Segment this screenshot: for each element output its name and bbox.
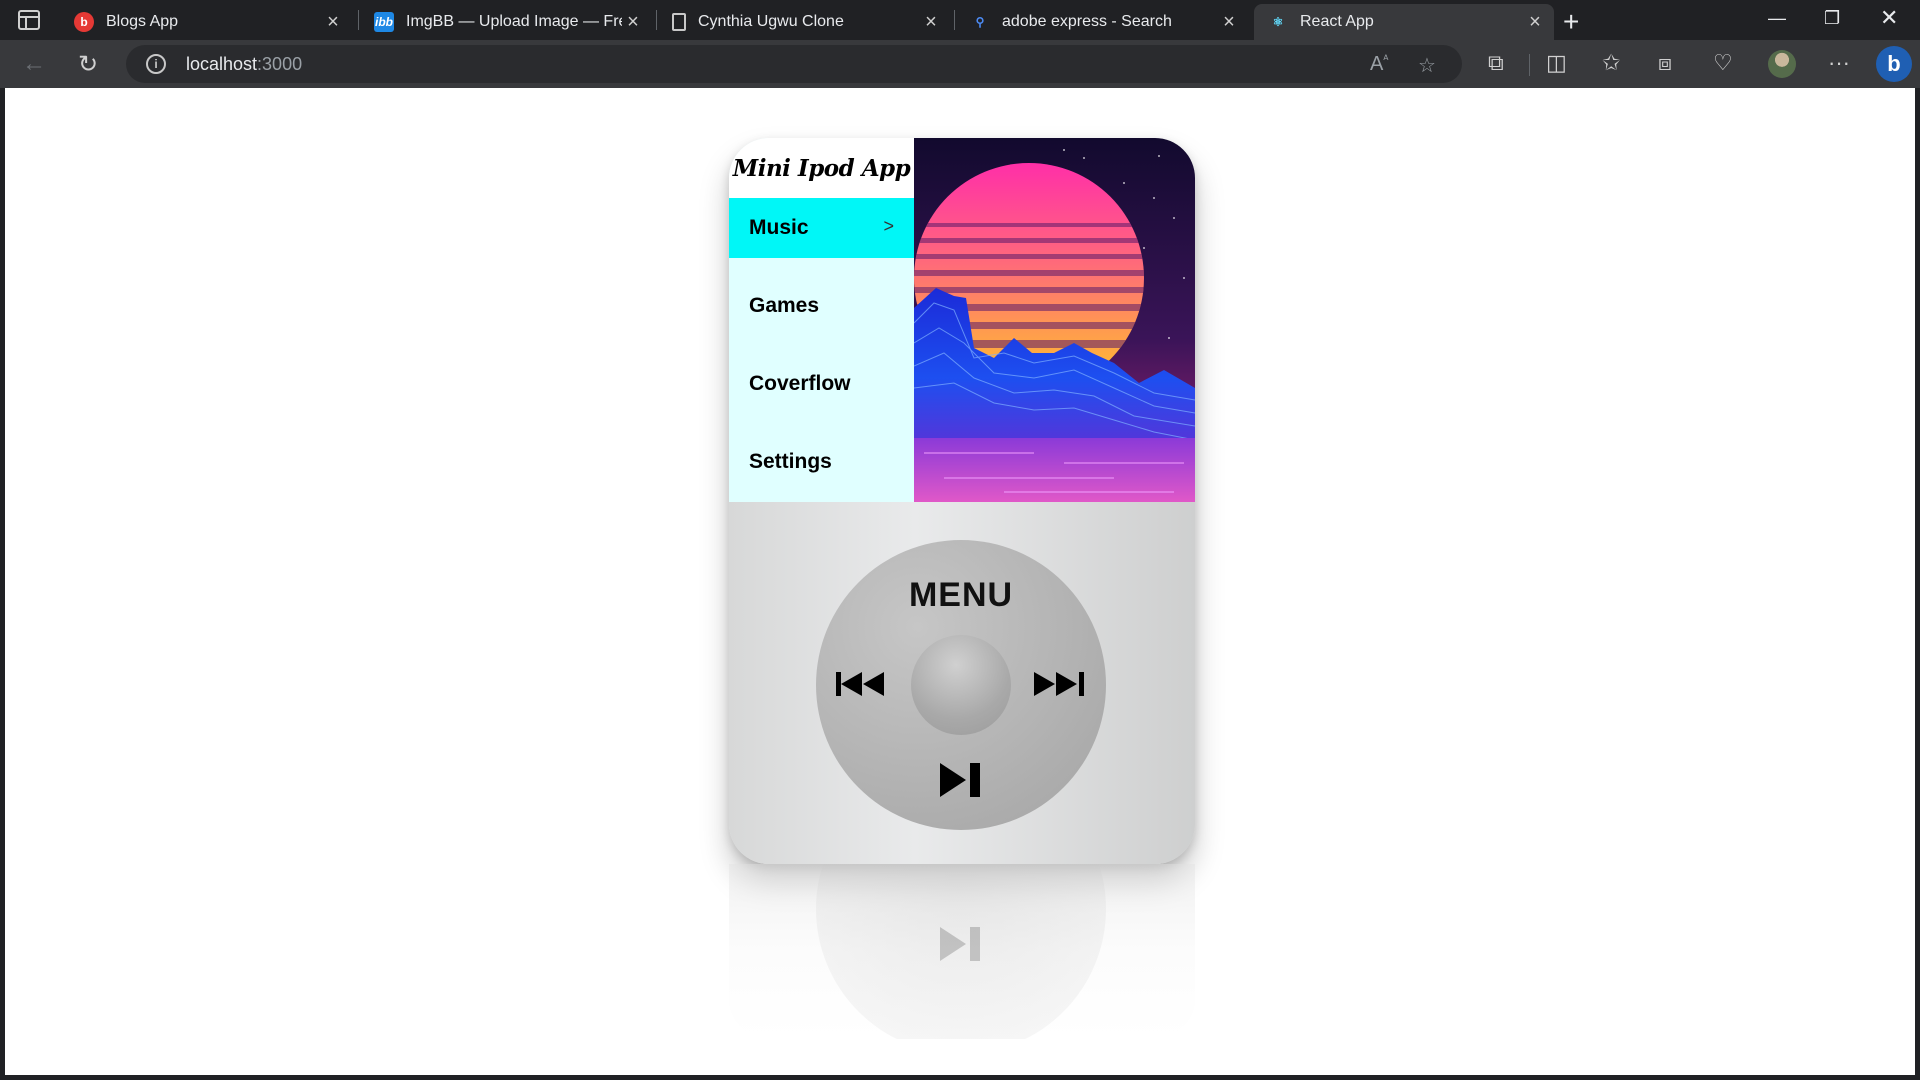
read-aloud-icon[interactable]: Aᴬ xyxy=(1370,53,1388,76)
next-icon[interactable] xyxy=(1034,670,1086,698)
address-bar[interactable]: i localhost:3000 Aᴬ ☆ xyxy=(126,45,1462,83)
ipod-reflection xyxy=(729,864,1195,1039)
url-port: :3000 xyxy=(257,54,303,74)
menu-button[interactable]: MENU xyxy=(816,576,1106,615)
refresh-icon[interactable]: ↻ xyxy=(78,50,98,79)
control-panel: MENU xyxy=(729,502,1195,864)
close-window-icon[interactable]: ✕ xyxy=(1880,5,1898,31)
react-icon: ⚛ xyxy=(1272,15,1284,29)
menu-pane: Mini Ipod App Music > Games Coverflow Se… xyxy=(729,138,914,502)
minimize-icon[interactable]: — xyxy=(1768,8,1786,29)
app-title: Mini Ipod App xyxy=(729,138,914,198)
tab-divider xyxy=(358,10,359,30)
favorites-icon[interactable]: ✩ xyxy=(1602,50,1620,76)
extensions-icon[interactable]: ⧉ xyxy=(1488,50,1504,76)
browser-essentials-icon[interactable]: ♡ xyxy=(1713,50,1733,76)
profile-avatar[interactable] xyxy=(1768,50,1796,78)
restore-icon[interactable]: ❐ xyxy=(1824,8,1840,29)
ipod-device: Mini Ipod App Music > Games Coverflow Se… xyxy=(729,138,1195,864)
search-icon: ⚲ xyxy=(975,15,985,29)
tab-title: Blogs App xyxy=(106,13,179,30)
menu-item-label: Music xyxy=(749,216,809,239)
tab-divider xyxy=(954,10,955,30)
back-icon[interactable]: ← xyxy=(22,50,46,78)
tab-actions-icon[interactable] xyxy=(18,10,40,30)
select-button[interactable] xyxy=(911,635,1011,735)
tab-title: Cynthia Ugwu Clone xyxy=(698,13,844,30)
blogs-favicon-icon: b xyxy=(74,12,94,32)
browser-toolbar: ← ↻ i localhost:3000 Aᴬ ☆ ⧉ ◫ ✩ ⧈ ♡ ··· … xyxy=(0,40,1920,88)
menu-item-settings[interactable]: Settings xyxy=(729,432,914,492)
close-icon[interactable]: × xyxy=(1218,12,1240,32)
split-screen-icon[interactable]: ◫ xyxy=(1546,50,1567,76)
ipod-screen: Mini Ipod App Music > Games Coverflow Se… xyxy=(729,138,1195,502)
chevron-right-icon: > xyxy=(883,216,894,236)
new-tab-icon[interactable]: + xyxy=(1563,6,1579,38)
tab-bar: b Blogs App × ibb ImgBB — Upload Image —… xyxy=(0,0,1920,40)
tab-divider xyxy=(656,10,657,30)
click-wheel[interactable]: MENU xyxy=(816,540,1106,830)
more-options-icon[interactable]: ··· xyxy=(1828,50,1850,76)
url-host: localhost xyxy=(186,54,258,74)
favorite-star-icon[interactable]: ☆ xyxy=(1418,53,1436,78)
collections-icon[interactable]: ⧈ xyxy=(1658,50,1672,76)
tab-blogs-app[interactable]: b Blogs App × xyxy=(60,4,352,40)
tab-imgbb[interactable]: ibb ImgBB — Upload Image — Free Image Ho… xyxy=(360,4,652,40)
menu-item-label: Games xyxy=(749,294,820,317)
tab-title: ImgBB — Upload Image — Free Image Hostin… xyxy=(406,13,622,30)
close-icon[interactable]: × xyxy=(622,12,644,32)
menu-item-label: Coverflow xyxy=(749,372,851,395)
close-icon[interactable]: × xyxy=(920,12,942,32)
page-icon xyxy=(672,13,686,31)
menu-item-coverflow[interactable]: Coverflow xyxy=(729,354,914,414)
tab-title: adobe express - Search xyxy=(1002,13,1172,30)
tab-cynthia-ugwu-clone[interactable]: Cynthia Ugwu Clone × xyxy=(658,4,950,40)
info-icon[interactable]: i xyxy=(146,54,166,74)
menu-item-games[interactable]: Games xyxy=(729,276,914,336)
tab-adobe-express-search[interactable]: ⚲ adobe express - Search × xyxy=(956,4,1248,40)
play-pause-reflection-icon xyxy=(940,927,980,961)
tab-react-app[interactable]: ⚛ React App × xyxy=(1254,4,1554,40)
menu-item-label: Settings xyxy=(749,450,832,473)
synthwave-wallpaper xyxy=(914,138,1195,502)
menu-item-music[interactable]: Music > xyxy=(729,198,914,258)
imgbb-favicon-icon: ibb xyxy=(374,12,394,32)
bing-copilot-icon[interactable]: b xyxy=(1876,46,1912,82)
url-text[interactable]: localhost:3000 xyxy=(186,54,302,75)
toolbar-divider xyxy=(1529,54,1530,76)
tab-title: React App xyxy=(1300,13,1374,30)
close-icon[interactable]: × xyxy=(1524,12,1546,32)
page-viewport: Mini Ipod App Music > Games Coverflow Se… xyxy=(5,88,1915,1075)
close-icon[interactable]: × xyxy=(322,12,344,32)
previous-icon[interactable] xyxy=(836,670,888,698)
play-pause-icon[interactable] xyxy=(940,762,982,798)
